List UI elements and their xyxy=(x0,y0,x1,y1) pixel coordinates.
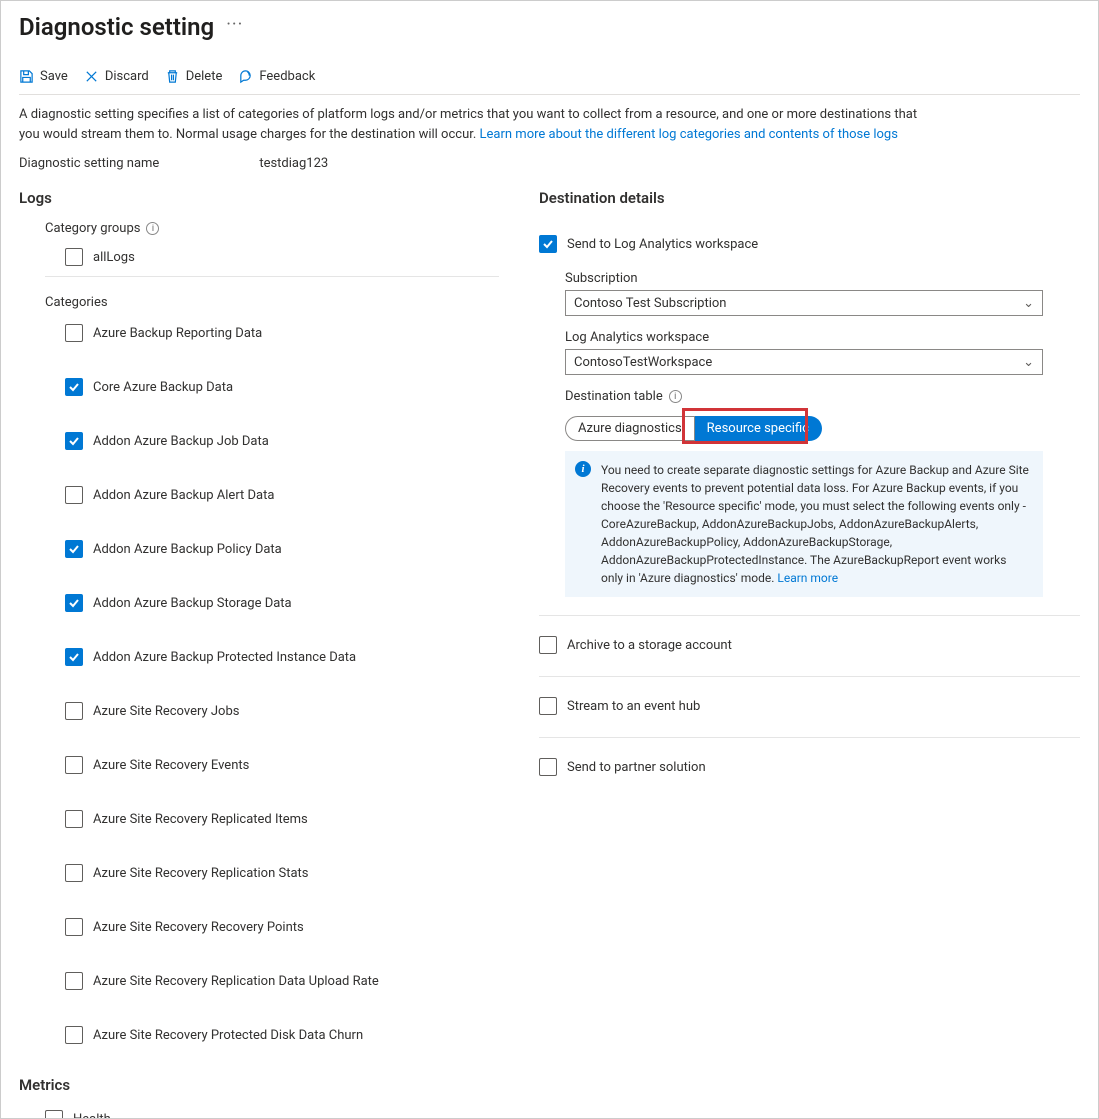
info-icon[interactable]: i xyxy=(669,390,682,403)
save-button[interactable]: Save xyxy=(19,69,68,84)
subscription-select[interactable]: Contoso Test Subscription ⌄ xyxy=(565,290,1043,316)
category-checkbox[interactable] xyxy=(65,810,83,828)
send-la-label: Send to Log Analytics workspace xyxy=(567,237,758,252)
archive-checkbox[interactable] xyxy=(539,636,557,654)
subscription-label: Subscription xyxy=(565,271,1080,286)
more-actions-icon[interactable]: ··· xyxy=(226,16,243,38)
alllogs-checkbox[interactable] xyxy=(65,248,83,266)
category-checkbox[interactable] xyxy=(65,648,83,666)
metric-label: Health xyxy=(73,1112,111,1119)
page-title: Diagnostic setting xyxy=(19,13,214,41)
alllogs-label: allLogs xyxy=(93,250,135,265)
setting-name-label: Diagnostic setting name xyxy=(19,156,159,171)
category-checkbox[interactable] xyxy=(65,702,83,720)
info-text: You need to create separate diagnostic s… xyxy=(601,463,1029,585)
info-badge-icon: i xyxy=(575,461,591,477)
logs-heading: Logs xyxy=(19,189,499,207)
category-checkbox[interactable] xyxy=(65,864,83,882)
setting-name-value[interactable]: testdiag123 xyxy=(259,156,328,171)
feedback-icon xyxy=(238,69,253,84)
partner-label: Send to partner solution xyxy=(567,760,706,775)
category-label: Azure Site Recovery Replication Data Upl… xyxy=(93,974,379,989)
info-icon[interactable]: i xyxy=(146,222,159,235)
metrics-heading: Metrics xyxy=(19,1076,499,1094)
workspace-label: Log Analytics workspace xyxy=(565,330,1080,345)
category-checkbox[interactable] xyxy=(65,540,83,558)
chevron-down-icon: ⌄ xyxy=(1023,296,1034,311)
category-label: Azure Site Recovery Events xyxy=(93,758,249,773)
dest-table-label: Destination table xyxy=(565,389,663,404)
save-icon xyxy=(19,69,34,84)
feedback-label: Feedback xyxy=(259,69,315,84)
category-checkbox[interactable] xyxy=(65,324,83,342)
category-label: Addon Azure Backup Job Data xyxy=(93,434,269,449)
stream-label: Stream to an event hub xyxy=(567,699,700,714)
category-label: Addon Azure Backup Protected Instance Da… xyxy=(93,650,356,665)
category-label: Addon Azure Backup Storage Data xyxy=(93,596,292,611)
category-label: Addon Azure Backup Alert Data xyxy=(93,488,274,503)
save-label: Save xyxy=(40,69,68,84)
category-label: Azure Site Recovery Recovery Points xyxy=(93,920,304,935)
category-label: Azure Site Recovery Replicated Items xyxy=(93,812,308,827)
delete-label: Delete xyxy=(186,69,223,84)
category-label: Azure Backup Reporting Data xyxy=(93,326,262,341)
category-label: Azure Site Recovery Jobs xyxy=(93,704,239,719)
category-label: Addon Azure Backup Policy Data xyxy=(93,542,282,557)
metric-checkbox[interactable] xyxy=(45,1110,63,1119)
archive-label: Archive to a storage account xyxy=(567,638,732,653)
subscription-value: Contoso Test Subscription xyxy=(574,296,726,311)
discard-icon xyxy=(84,69,99,84)
discard-button[interactable]: Discard xyxy=(84,69,149,84)
delete-button[interactable]: Delete xyxy=(165,69,223,84)
category-label: Core Azure Backup Data xyxy=(93,380,233,395)
categories-list: Azure Backup Reporting Data Core Azure B… xyxy=(45,320,499,1048)
info-learn-more-link[interactable]: Learn more xyxy=(777,571,838,585)
chevron-down-icon: ⌄ xyxy=(1023,355,1034,370)
partner-checkbox[interactable] xyxy=(539,758,557,776)
category-checkbox[interactable] xyxy=(65,432,83,450)
category-checkbox[interactable] xyxy=(65,1026,83,1044)
feedback-button[interactable]: Feedback xyxy=(238,69,315,84)
delete-icon xyxy=(165,69,180,84)
description: A diagnostic setting specifies a list of… xyxy=(19,105,919,144)
workspace-select[interactable]: ContosoTestWorkspace ⌄ xyxy=(565,349,1043,375)
category-label: Azure Site Recovery Protected Disk Data … xyxy=(93,1028,363,1043)
info-panel: i You need to create separate diagnostic… xyxy=(565,451,1043,597)
category-checkbox[interactable] xyxy=(65,918,83,936)
category-checkbox[interactable] xyxy=(65,972,83,990)
category-groups-label: Category groups xyxy=(45,221,140,236)
learn-more-link[interactable]: Learn more about the different log categ… xyxy=(480,127,898,142)
categories-label: Categories xyxy=(45,295,499,310)
category-checkbox[interactable] xyxy=(65,594,83,612)
pill-azure-diagnostics[interactable]: Azure diagnostics xyxy=(565,416,695,441)
stream-checkbox[interactable] xyxy=(539,697,557,715)
category-checkbox[interactable] xyxy=(65,378,83,396)
highlight-annotation xyxy=(682,408,808,444)
category-label: Azure Site Recovery Replication Stats xyxy=(93,866,309,881)
workspace-value: ContosoTestWorkspace xyxy=(574,355,712,370)
discard-label: Discard xyxy=(105,69,149,84)
toolbar: Save Discard Delete Feedback xyxy=(19,63,1080,95)
category-checkbox[interactable] xyxy=(65,486,83,504)
send-la-checkbox[interactable] xyxy=(539,235,557,253)
destination-heading: Destination details xyxy=(539,189,1080,207)
category-checkbox[interactable] xyxy=(65,756,83,774)
